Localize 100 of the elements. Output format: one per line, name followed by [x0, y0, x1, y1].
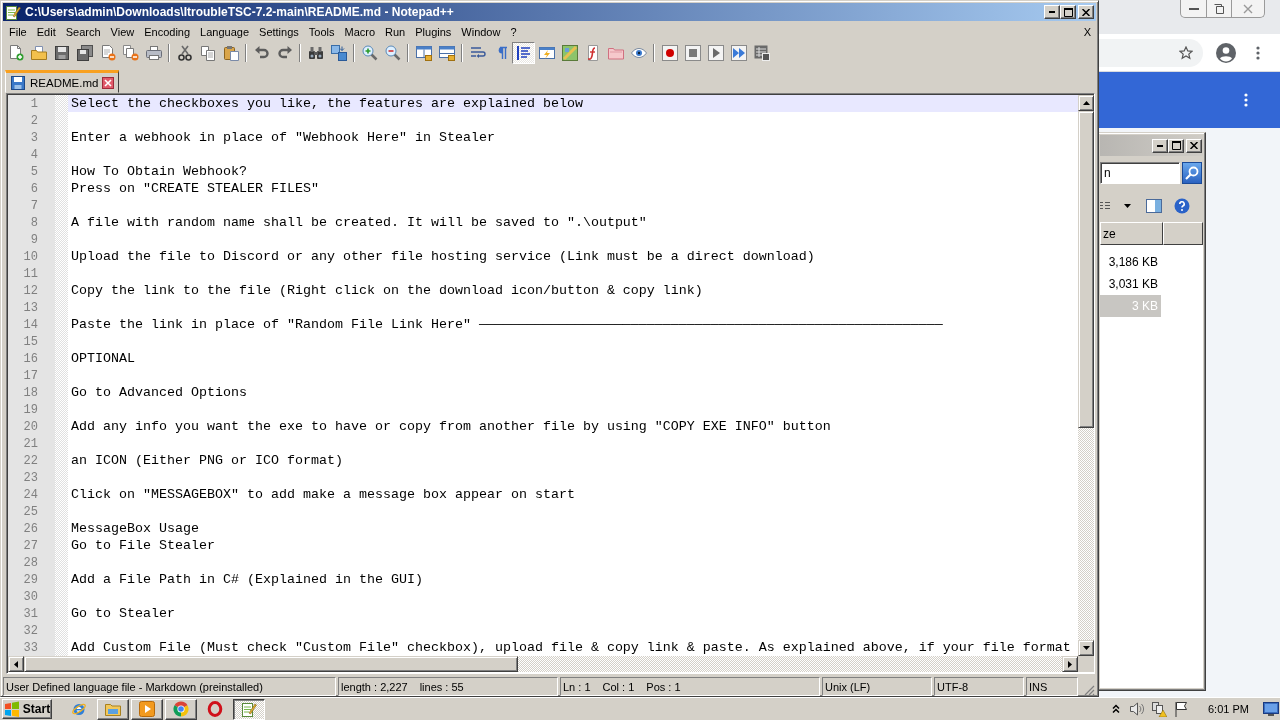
search-button[interactable] — [1182, 162, 1202, 184]
file-row[interactable]: 3,186 KB — [1100, 251, 1161, 273]
taskbar-button[interactable] — [233, 698, 265, 720]
help-icon[interactable] — [1174, 198, 1190, 214]
scrollbar-thumb[interactable] — [1078, 111, 1094, 428]
status-text: User Defined language file - Markdown (preinstalled) — [6, 680, 263, 693]
line-number: 28 — [23, 555, 38, 570]
line-number: 27 — [23, 538, 38, 553]
close-tab-icon[interactable] — [102, 76, 115, 89]
close-icon — [1190, 142, 1198, 149]
speaker-icon[interactable] — [1129, 701, 1145, 717]
dropdown-arrow-icon[interactable] — [1124, 204, 1131, 208]
star-icon[interactable] — [1179, 45, 1193, 60]
wrap-lines-icon — [469, 44, 486, 61]
scrollbar-thumb[interactable] — [24, 656, 518, 672]
undo-icon — [253, 44, 270, 61]
line-number: 6 — [30, 181, 38, 196]
up-arrow-icon — [1082, 101, 1090, 105]
status-text: Col : 1 — [602, 680, 635, 693]
line-number: 9 — [30, 232, 38, 247]
line-number: 3 — [30, 130, 38, 145]
vertical-scrollbar[interactable] — [1078, 95, 1094, 656]
menu-item[interactable]: Edit — [31, 25, 61, 38]
file-size-cell: 3,186 KB — [1108, 255, 1158, 269]
column-header[interactable] — [1163, 222, 1203, 245]
stop-icon — [684, 44, 701, 61]
menu-item[interactable]: Search — [60, 25, 106, 38]
line-number: 21 — [23, 436, 38, 451]
scroll-left-button[interactable] — [8, 656, 24, 672]
maximize-button[interactable] — [1060, 5, 1076, 19]
menu-item[interactable]: File — [4, 25, 32, 38]
scroll-up-button[interactable] — [1078, 95, 1094, 111]
preview-pane-icon[interactable] — [1146, 199, 1162, 213]
clock[interactable]: 6:01 PM — [1208, 703, 1249, 715]
indent-lines-icon — [515, 44, 532, 61]
show-desktop-icon[interactable] — [1262, 701, 1279, 717]
menu-item[interactable]: Settings — [254, 25, 304, 38]
close-all-icon — [122, 44, 139, 61]
minimize-button[interactable] — [1152, 138, 1168, 153]
more-icon[interactable] — [1256, 45, 1260, 60]
status-text: Unix (LF) — [825, 680, 871, 693]
menu-item[interactable]: Plugins — [410, 25, 457, 38]
close-document-button[interactable]: X — [1083, 25, 1096, 38]
line-number: 26 — [23, 521, 38, 536]
line-number: 7 — [30, 198, 38, 213]
scroll-down-button[interactable] — [1078, 640, 1094, 656]
column-header[interactable]: ze — [1100, 222, 1164, 245]
fast-forward-icon — [730, 44, 747, 61]
open-folder-icon — [30, 44, 47, 61]
file-tab[interactable]: README.md — [5, 70, 120, 93]
text-editor[interactable] — [6, 93, 1095, 674]
menu-item[interactable]: Macro — [339, 25, 381, 38]
zoom-in-icon — [361, 44, 378, 61]
notepad-icon — [241, 701, 257, 717]
line-number: 22 — [23, 453, 38, 468]
line-number: 8 — [30, 215, 38, 230]
map-icon — [561, 44, 578, 61]
status-text: Ln : 1 — [563, 680, 591, 693]
scroll-right-button[interactable] — [1062, 656, 1078, 672]
menu-item[interactable]: Tools — [303, 25, 340, 38]
menu-item[interactable]: View — [105, 25, 140, 38]
start-button[interactable]: Start — [2, 699, 52, 719]
menu-item[interactable]: Language — [195, 25, 255, 38]
double-chevron-icon[interactable] — [1112, 704, 1120, 714]
line-number: 18 — [23, 385, 38, 400]
network-warning-icon[interactable] — [1151, 701, 1167, 717]
media-player-icon — [139, 701, 155, 717]
search-field[interactable]: n — [1100, 162, 1180, 184]
menu-item[interactable]: Window — [456, 25, 506, 38]
resize-grip-icon[interactable] — [1083, 684, 1095, 696]
code-line: Copy the link to the file (Right click on the download icon/button & copy link) — [71, 282, 703, 299]
flag-icon[interactable] — [1174, 701, 1188, 717]
globe-icon — [71, 701, 87, 717]
status-text: lines : 55 — [419, 680, 464, 693]
line-number: 25 — [23, 504, 38, 519]
code-line: Press on "CREATE STEALER FILES" — [71, 180, 319, 197]
search-icon — [1185, 166, 1199, 180]
file-row[interactable]: 3,031 KB — [1100, 273, 1161, 295]
maximize-button[interactable] — [1168, 138, 1184, 153]
line-number: 33 — [23, 640, 38, 655]
line-number: 30 — [23, 589, 38, 604]
line-number: 16 — [23, 351, 38, 366]
menu-item[interactable]: ? — [505, 25, 522, 38]
file-size-cell: 3,031 KB — [1108, 277, 1158, 291]
window-lightning-icon — [538, 44, 555, 61]
floppy-icon — [10, 74, 26, 91]
window-lock-icon — [415, 44, 432, 61]
play-icon — [707, 44, 724, 61]
new-file-icon — [7, 44, 24, 61]
code-line: How To Obtain Webhook? — [71, 163, 247, 180]
profile-icon[interactable] — [1216, 42, 1236, 63]
maximize-icon — [1171, 141, 1181, 150]
horizontal-scrollbar[interactable] — [8, 656, 1078, 672]
menu-item[interactable]: Run — [380, 25, 411, 38]
list-view-icon[interactable] — [1100, 201, 1110, 211]
minimize-button[interactable] — [1044, 5, 1060, 19]
menu-item[interactable]: Encoding — [139, 25, 196, 38]
more-icon[interactable] — [1244, 93, 1248, 107]
clipboard-icon — [222, 44, 239, 61]
indent-guide-button[interactable] — [512, 41, 535, 64]
